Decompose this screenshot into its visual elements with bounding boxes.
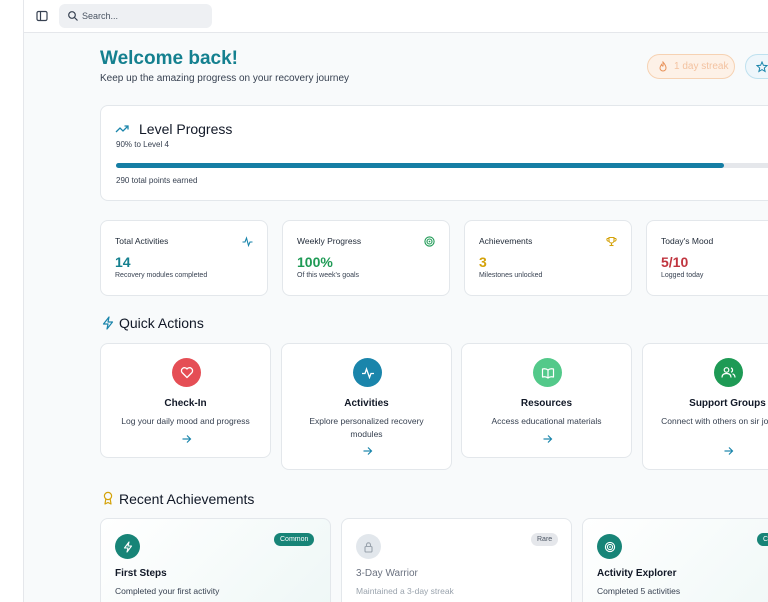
- arrow-right-icon: [363, 447, 373, 455]
- stat-desc: Of this week's goals: [297, 272, 360, 279]
- stat-value: 3: [479, 254, 487, 270]
- flame-icon: [659, 61, 667, 72]
- lock-icon: [364, 541, 373, 553]
- trophy-icon: [606, 236, 617, 247]
- streak-badge: 1 day streak: [647, 54, 735, 79]
- level-progress-subtitle: 90% to Level 4: [116, 140, 169, 149]
- achievement-desc: Completed 5 activities: [597, 586, 681, 596]
- target-icon: [604, 541, 615, 552]
- action-desc: Access educational materials: [491, 416, 602, 426]
- star-badge[interactable]: [745, 54, 768, 79]
- stat-label: Total Activities: [115, 236, 169, 246]
- users-icon: [721, 367, 736, 378]
- achievement-desc: Completed your first activity: [115, 586, 220, 596]
- action-icon-circle: [353, 358, 382, 387]
- action-icon-circle: [714, 358, 743, 387]
- achievement-desc: Maintained a 3-day streak: [356, 586, 454, 596]
- action-title: Activities: [344, 398, 389, 409]
- action-icon-circle: [533, 358, 562, 387]
- achievement-title: 3-Day Warrior: [356, 568, 418, 579]
- achievement-card-first-steps[interactable]: Common First Steps Completed your first …: [100, 518, 331, 602]
- activity-icon: [361, 366, 374, 379]
- action-title: Support Groups: [689, 398, 766, 409]
- achievement-icon-circle: [115, 534, 140, 559]
- stat-card-weekly-progress: Weekly Progress 100% Of this week's goal…: [282, 220, 450, 296]
- quick-actions-title: Quick Actions: [119, 315, 204, 331]
- arrow-right-icon: [182, 435, 192, 443]
- stat-value: 14: [115, 254, 131, 270]
- action-title: Check-In: [164, 398, 207, 409]
- rarity-badge: C: [757, 533, 768, 546]
- achievement-card-activity-explorer[interactable]: C Activity Explorer Completed 5 activiti…: [582, 518, 768, 602]
- action-card-activities[interactable]: Activities Explore personalized recovery…: [281, 343, 452, 470]
- recent-achievements-title: Recent Achievements: [119, 491, 255, 507]
- achievement-icon-circle: [597, 534, 622, 559]
- streak-label: 1 day streak: [674, 61, 729, 72]
- achievement-title: Activity Explorer: [597, 568, 677, 579]
- total-points-text: 290 total points earned: [116, 176, 198, 185]
- action-desc: Connect with others on sir journeys: [661, 416, 768, 426]
- left-edge-strip: [0, 0, 24, 602]
- stat-value: 5/10: [661, 254, 689, 270]
- top-bar: [24, 0, 768, 33]
- stat-value: 100%: [297, 254, 333, 270]
- achievement-title: First Steps: [115, 568, 167, 579]
- stat-card-achievements: Achievements 3 Milestones unlocked: [464, 220, 632, 296]
- star-icon: [756, 60, 768, 73]
- achievement-card-3-day-warrior[interactable]: Rare 3-Day Warrior Maintained a 3-day st…: [341, 518, 572, 602]
- level-progress-bar: [116, 163, 768, 168]
- action-desc: Explore personalized recovery modules: [309, 416, 424, 439]
- rarity-badge: Rare: [531, 533, 559, 546]
- action-card-check-in[interactable]: Check-In Log your daily mood and progres…: [100, 343, 271, 458]
- page-title: Welcome back!: [100, 48, 238, 69]
- search-icon: [68, 11, 78, 21]
- action-card-resources[interactable]: Resources Access educational materials: [461, 343, 632, 458]
- achievement-icon-circle: [356, 534, 381, 559]
- stat-label: Achievements: [479, 236, 533, 246]
- stat-desc: Logged today: [661, 272, 704, 279]
- stat-label: Weekly Progress: [297, 236, 362, 246]
- target-icon: [424, 236, 435, 247]
- zap-icon: [123, 540, 132, 553]
- stat-desc: Recovery modules completed: [115, 272, 208, 279]
- stat-label: Today's Mood: [661, 236, 714, 246]
- search-box[interactable]: [59, 4, 212, 28]
- arrow-right-icon: [724, 447, 734, 455]
- arrow-right-icon: [543, 435, 553, 443]
- level-progress-fill: [116, 163, 724, 168]
- main-content: Welcome back! Keep up the amazing progre…: [24, 33, 768, 602]
- stat-card-total-activities: Total Activities 14 Recovery modules com…: [100, 220, 268, 296]
- activity-icon: [242, 236, 253, 247]
- stat-card-todays-mood: Today's Mood 5/10 Logged today: [646, 220, 768, 296]
- action-title: Resources: [520, 398, 573, 409]
- action-card-support-groups[interactable]: Support Groups Connect with others on si…: [642, 343, 768, 470]
- award-icon: [103, 491, 113, 505]
- zap-icon: [102, 316, 114, 330]
- action-desc: Log your daily mood and progress: [121, 416, 250, 426]
- heart-icon: [180, 367, 193, 379]
- page-subtitle: Keep up the amazing progress on your rec…: [100, 73, 350, 84]
- level-progress-card: Level Progress 90% to Level 4 290 total …: [100, 105, 768, 201]
- search-input[interactable]: [82, 7, 206, 25]
- action-icon-circle: [172, 358, 201, 387]
- sidebar-toggle-icon[interactable]: [35, 9, 49, 23]
- level-progress-title: Level Progress: [139, 121, 233, 137]
- trending-up-icon: [115, 125, 129, 133]
- stat-desc: Milestones unlocked: [479, 272, 543, 279]
- book-icon: [541, 367, 554, 379]
- rarity-badge: Common: [274, 533, 315, 546]
